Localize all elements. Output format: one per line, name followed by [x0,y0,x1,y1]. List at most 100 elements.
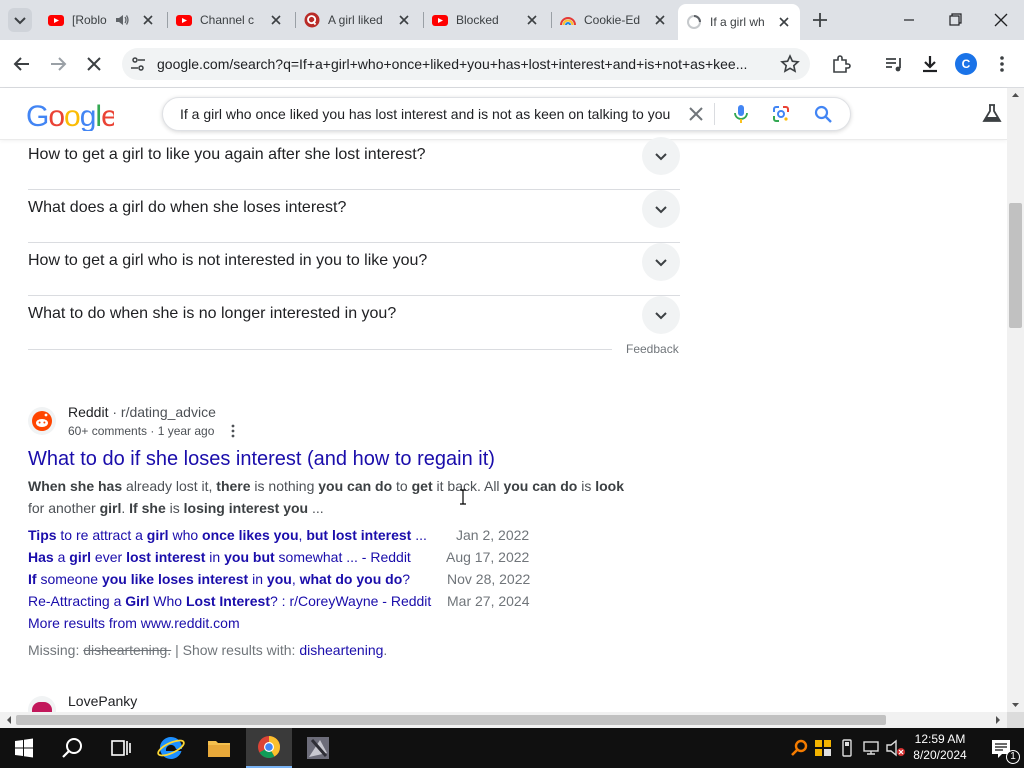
extensions-icon[interactable] [829,52,853,76]
chrome-icon [258,736,280,758]
paa-item[interactable]: How to get a girl to like you again afte… [28,137,680,190]
start-button[interactable] [0,728,48,768]
paa-question[interactable]: How to get a girl who is not interested … [28,252,427,270]
task-view-button[interactable] [96,728,144,768]
search-query-input[interactable]: If a girl who once liked you has lost in… [180,106,676,122]
tab-quora[interactable]: A girl liked [296,6,420,34]
paa-item[interactable]: What to do when she is no longer interes… [28,296,680,349]
speaker-icon[interactable] [114,12,130,28]
paa-question[interactable]: What to do when she is no longer interes… [28,305,396,323]
horizontal-scrollbar[interactable] [0,712,1007,728]
google-logo[interactable]: Google [26,99,114,131]
sublink-part: what do you do [299,571,403,587]
close-icon[interactable] [776,14,792,30]
taskbar-chrome-button[interactable] [246,728,292,768]
youtube-icon [48,15,64,26]
horizontal-scroll-thumb[interactable] [16,715,886,725]
clear-search-icon[interactable] [686,104,706,124]
labs-flask-icon[interactable] [981,102,1003,124]
media-control-icon[interactable] [882,52,906,76]
sublink[interactable]: Re-Attracting a Girl Who Lost Interest? … [28,593,431,609]
search-icon [62,738,82,758]
text-cursor-icon [460,489,466,505]
close-icon[interactable] [524,12,540,28]
tab-title: Cookie-Ed [584,13,641,27]
tab-search-button[interactable] [8,8,32,32]
taskbar-search-button[interactable] [48,728,96,768]
new-tab-button[interactable] [808,8,832,32]
search-icon[interactable] [813,104,833,124]
close-icon[interactable] [268,12,284,28]
network-icon[interactable] [861,738,881,758]
paa-expand-button[interactable] [642,296,680,334]
close-icon[interactable] [396,12,412,28]
close-icon[interactable] [140,12,156,28]
tab-active-search[interactable]: If a girl wh [678,4,800,40]
close-window-button[interactable] [986,8,1016,32]
paa-question[interactable]: How to get a girl to like you again afte… [28,146,426,164]
plus-icon [813,13,827,27]
menu-kebab-icon[interactable] [990,52,1014,76]
paa-item[interactable]: How to get a girl who is not interested … [28,243,680,296]
paa-expand-button[interactable] [642,243,680,281]
taskbar-app-button[interactable] [296,728,342,768]
forward-arrow-icon[interactable] [46,52,70,76]
missing-term: disheartening. [83,642,172,658]
result-title-link[interactable]: What to do if she loses interest (and ho… [28,448,495,471]
tray-search-icon[interactable] [789,738,809,758]
lens-camera-icon[interactable] [771,104,791,124]
snippet-part: ... [308,500,324,516]
show-results-link[interactable]: disheartening [299,642,383,658]
paa-expand-button[interactable] [642,190,680,228]
result-site-line[interactable]: Reddit · r/dating_advice [68,404,216,420]
vertical-scroll-thumb[interactable] [1009,203,1022,328]
vertical-scrollbar[interactable] [1007,88,1024,712]
back-arrow-icon[interactable] [10,52,34,76]
clock[interactable]: 12:59 AM 8/20/2024 [908,731,972,763]
usb-device-icon[interactable] [838,738,856,758]
sublink-part: lost interest [126,549,206,565]
sublink-part: somewhat ... - Reddit [274,549,411,565]
snippet-part: you can do [503,478,578,494]
paa-item[interactable]: What does a girl do when she loses inter… [28,190,680,243]
snippet-part: you can do [318,478,393,494]
url-text[interactable]: google.com/search?q=If+a+girl+who+once+l… [157,56,747,72]
shield-icon[interactable] [813,738,833,758]
result-site-name[interactable]: LovePanky [68,693,137,709]
notification-center-button[interactable]: 1 [980,728,1024,768]
paa-expand-button[interactable] [642,137,680,175]
chevron-down-icon [655,259,667,267]
sublink-part: once likes you [202,527,299,543]
stop-loading-icon[interactable] [82,52,106,76]
notification-count: 1 [1006,750,1020,764]
paa-question[interactable]: What does a girl do when she loses inter… [28,199,346,217]
tab-blocked[interactable]: Blocked [424,6,548,34]
taskbar-explorer-button[interactable] [196,728,242,768]
microphone-icon[interactable] [731,103,751,125]
taskbar-edge-button[interactable] [148,728,194,768]
sublink[interactable]: Tips to re attract a girl who once likes… [28,527,427,543]
minimize-button[interactable] [894,8,924,32]
star-icon[interactable] [778,52,802,76]
sublink-part: ? : r/CoreyWayne - Reddit [269,593,432,609]
restore-button[interactable] [940,8,970,32]
more-options-icon[interactable] [226,423,240,439]
scroll-left-icon[interactable] [2,712,16,728]
feedback-link[interactable]: Feedback [626,342,679,356]
tab-cookie[interactable]: Cookie-Ed [552,6,676,34]
site-info-icon[interactable] [128,54,148,74]
scroll-right-icon[interactable] [991,712,1005,728]
sublink[interactable]: If someone you like loses interest in yo… [28,571,410,587]
sublink-part: someone [36,571,102,587]
volume-muted-icon[interactable] [885,738,907,758]
sublink[interactable]: Has a girl ever lost interest in you but… [28,549,411,565]
scroll-up-icon[interactable] [1007,88,1024,102]
close-icon[interactable] [652,12,668,28]
download-icon[interactable] [918,52,942,76]
scroll-down-icon[interactable] [1007,698,1024,712]
profile-avatar[interactable]: C [955,53,977,75]
more-results-link[interactable]: More results from www.reddit.com [28,615,240,631]
tab-channel[interactable]: Channel c [168,6,292,34]
sublink-part: a [53,549,70,565]
tab-roblox[interactable]: [Roblo [40,6,164,34]
